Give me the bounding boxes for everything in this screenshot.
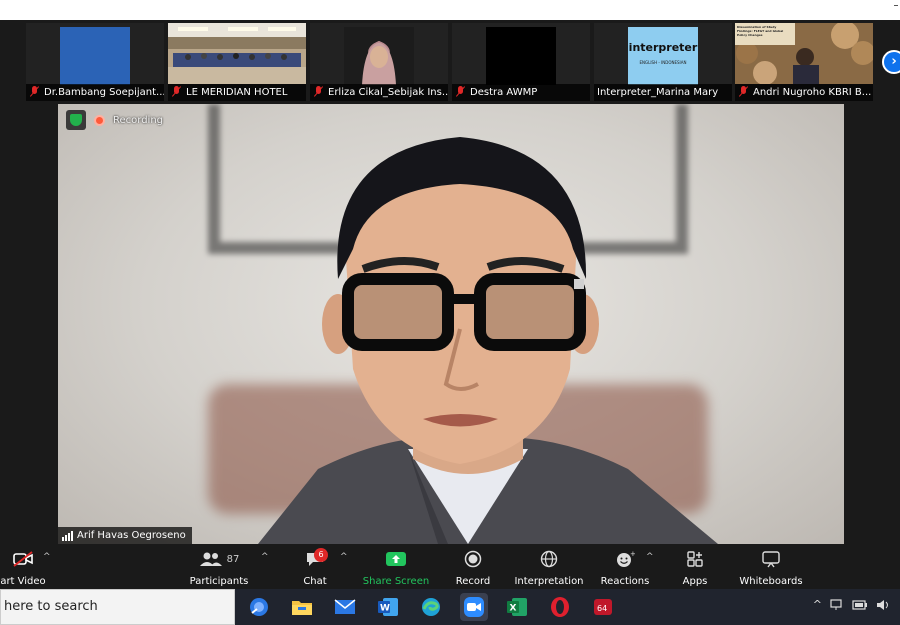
participant-tile-erliza[interactable]: Erliza Cikal_Sebijak Ins... xyxy=(310,23,448,101)
whiteboards-label: Whiteboards xyxy=(739,576,803,587)
opera-badge-text: 64 xyxy=(597,604,607,613)
interpreter-card: interpreter ENGLISH - INDONESIAN xyxy=(628,27,698,85)
chat-unread-badge: 6 xyxy=(314,548,328,562)
participant-tile-andri[interactable]: Dissemination of Study Findings: FLEGT a… xyxy=(735,23,873,101)
svg-text:W: W xyxy=(380,604,390,614)
whiteboard-icon xyxy=(738,548,804,570)
participants-icon: 87 xyxy=(188,548,250,570)
active-speaker-video: Recording Arif Havas Oegroseno xyxy=(58,104,844,544)
battery-icon[interactable] xyxy=(852,599,868,610)
mic-muted-icon xyxy=(455,86,466,97)
chat-options-caret[interactable]: ^ xyxy=(340,552,348,562)
participant-name: Erliza Cikal_Sebijak Ins... xyxy=(328,87,448,98)
participants-label: Participants xyxy=(189,576,249,587)
video-options-caret[interactable]: ^ xyxy=(43,552,51,562)
chevron-right-icon[interactable]: › xyxy=(882,50,900,74)
participant-name: LE MERIDIAN HOTEL xyxy=(186,87,288,98)
participant-face-image xyxy=(344,27,414,85)
reactions-options-caret[interactable]: ^ xyxy=(646,552,654,562)
opera-browser-icon[interactable] xyxy=(546,593,574,621)
participants-options-caret[interactable]: ^ xyxy=(261,552,269,562)
participant-name: Destra AWMP xyxy=(470,87,538,98)
mic-muted-icon xyxy=(738,86,749,97)
globe-icon xyxy=(512,548,586,570)
recording-indicator: Recording xyxy=(66,110,163,130)
participants-button[interactable]: 87 Participants xyxy=(188,548,250,587)
participant-tile-hotel[interactable]: LE MERIDIAN HOTEL xyxy=(168,23,306,101)
svg-text:X: X xyxy=(510,604,517,614)
video-off-icon xyxy=(0,548,46,570)
black-video-placeholder xyxy=(486,27,556,85)
word-icon[interactable]: W xyxy=(374,593,402,621)
blue-avatar-placeholder xyxy=(60,27,130,85)
chat-app-icon[interactable] xyxy=(245,593,273,621)
speaker-volume-icon[interactable] xyxy=(876,599,890,611)
participant-video xyxy=(452,23,590,85)
participant-name: Dr.Bambang Soepijant... xyxy=(44,87,164,98)
mail-icon[interactable] xyxy=(331,593,359,621)
start-video-label: art Video xyxy=(0,576,46,587)
record-button[interactable]: Record xyxy=(452,548,494,587)
reactions-label: Reactions xyxy=(600,576,650,587)
whiteboards-button[interactable]: Whiteboards xyxy=(738,548,804,587)
shield-icon[interactable] xyxy=(66,110,86,130)
share-screen-button[interactable]: Share Screen xyxy=(362,548,430,587)
chat-button[interactable]: 6 Chat xyxy=(298,548,332,587)
smiley-icon: + xyxy=(600,548,650,570)
signal-strength-icon xyxy=(62,530,73,541)
search-placeholder: here to search xyxy=(4,599,98,614)
participant-tile-destra[interactable]: Destra AWMP xyxy=(452,23,590,101)
mic-muted-icon xyxy=(313,86,324,97)
speaker-name-tag: Arif Havas Oegroseno xyxy=(58,527,192,544)
edge-browser-icon[interactable] xyxy=(417,593,445,621)
start-video-button[interactable]: art Video xyxy=(0,548,46,587)
mic-muted-icon xyxy=(29,86,40,97)
minimize-mark xyxy=(894,5,898,6)
windows-taskbar: here to search W X 64 ^ xyxy=(0,589,900,625)
interpretation-label: Interpretation xyxy=(514,576,584,587)
speaker-name: Arif Havas Oegroseno xyxy=(77,530,186,541)
participant-gallery: Dr.Bambang Soepijant... LE MERIDIAN HOTE… xyxy=(0,20,900,102)
record-label: Record xyxy=(455,576,491,587)
apps-button[interactable]: Apps xyxy=(680,548,710,587)
zoom-app-icon[interactable] xyxy=(460,593,488,621)
share-screen-label: Share Screen xyxy=(362,576,430,587)
taskbar-search-box[interactable]: here to search xyxy=(0,589,235,625)
window-top-bar xyxy=(0,0,900,20)
participant-name: Interpreter_Marina Mary xyxy=(597,87,719,98)
participant-video xyxy=(168,23,306,84)
conference-room-image xyxy=(168,23,306,84)
interpretation-button[interactable]: Interpretation xyxy=(512,548,586,587)
recording-dot-icon xyxy=(94,114,105,126)
participant-video xyxy=(310,23,448,85)
participant-name: Andri Nugroho KBRI B... xyxy=(753,87,872,98)
system-tray: ^ xyxy=(813,598,890,611)
game-app-icon[interactable]: 64 xyxy=(589,593,617,621)
record-icon xyxy=(452,548,494,570)
recording-label: Recording xyxy=(113,114,164,126)
slide-background: Dissemination of Study Findings: FLEGT a… xyxy=(735,23,873,84)
meeting-toolbar: art Video ^ 87 Participants ^ 6 Chat ^ S… xyxy=(0,545,900,589)
participant-tile-interpreter[interactable]: interpreter ENGLISH - INDONESIAN Interpr… xyxy=(594,23,732,101)
interpreter-card-title: interpreter xyxy=(628,41,698,54)
excel-icon[interactable]: X xyxy=(503,593,531,621)
share-screen-icon xyxy=(362,548,430,570)
mic-muted-icon xyxy=(171,86,182,97)
speaker-image xyxy=(258,137,718,544)
participant-video: interpreter ENGLISH - INDONESIAN xyxy=(594,23,732,85)
apps-icon xyxy=(680,548,710,570)
chat-label: Chat xyxy=(303,576,327,587)
apps-label: Apps xyxy=(682,576,708,587)
interpreter-card-subtitle: ENGLISH - INDONESIAN xyxy=(639,60,687,65)
tray-chevron-icon[interactable]: ^ xyxy=(813,598,822,611)
reactions-button[interactable]: + Reactions xyxy=(600,548,650,587)
slide-title: Dissemination of Study Findings: FLEGT a… xyxy=(737,25,784,37)
participant-video: Dissemination of Study Findings: FLEGT a… xyxy=(735,23,873,84)
participant-video xyxy=(26,23,164,85)
participant-tile-bambang[interactable]: Dr.Bambang Soepijant... xyxy=(26,23,164,101)
file-explorer-icon[interactable] xyxy=(288,593,316,621)
participants-count: 87 xyxy=(226,553,240,565)
svg-text:+: + xyxy=(630,550,635,558)
display-icon[interactable] xyxy=(830,598,844,611)
